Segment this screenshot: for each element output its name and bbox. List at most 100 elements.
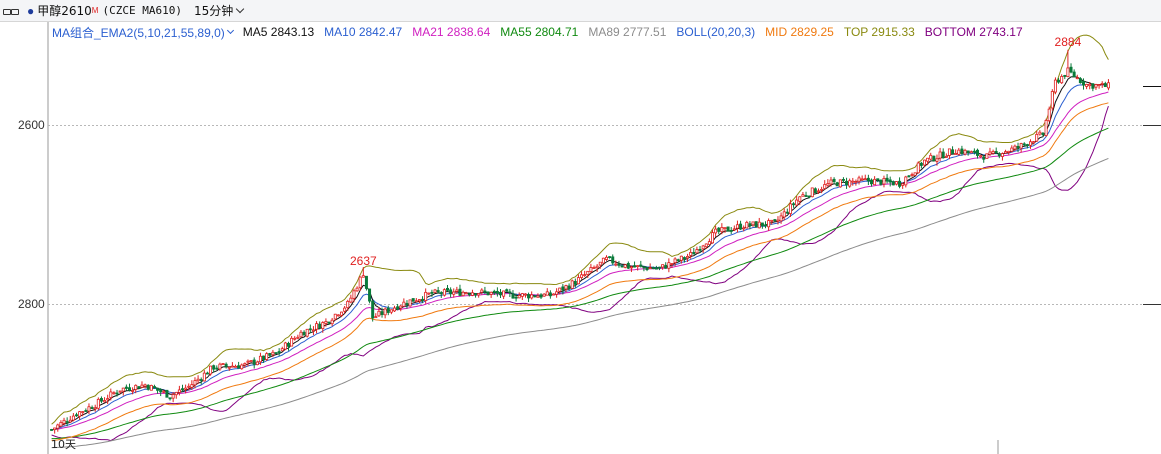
candle-up xyxy=(720,227,724,233)
candle-down xyxy=(658,266,661,269)
candle-up xyxy=(851,180,855,183)
candle-up xyxy=(614,263,618,266)
candle-up xyxy=(894,181,898,185)
candle-down xyxy=(997,153,1001,157)
candle-down xyxy=(941,151,945,159)
candle-up xyxy=(963,149,967,155)
candle-down xyxy=(642,266,646,269)
candle-down xyxy=(1069,66,1073,73)
candle-up xyxy=(193,380,197,386)
candle-up xyxy=(576,277,580,285)
candle-up xyxy=(935,158,939,162)
candle-down xyxy=(1025,144,1029,146)
candle-up xyxy=(745,221,749,229)
candle-up xyxy=(143,384,147,387)
candle-up xyxy=(545,291,549,296)
candle-down xyxy=(785,211,789,214)
candle-down xyxy=(439,292,443,295)
candle-up xyxy=(673,258,677,264)
candle-up xyxy=(648,267,652,270)
candle-down xyxy=(841,179,845,181)
candle-down xyxy=(994,151,998,153)
candle-up xyxy=(788,203,792,214)
candle-down xyxy=(748,223,752,226)
candle-up xyxy=(929,154,933,160)
candle-down xyxy=(845,180,849,186)
candle-down xyxy=(495,290,499,294)
candle-down xyxy=(446,287,449,291)
x-axis-label: 10天 xyxy=(51,438,76,451)
candle-down xyxy=(421,298,425,301)
candle-up xyxy=(667,262,671,269)
candle-up xyxy=(723,227,727,230)
candle-up xyxy=(293,337,297,340)
candle-up xyxy=(258,355,262,363)
candle-up xyxy=(863,178,867,181)
candle-up xyxy=(823,184,827,189)
candle-down xyxy=(237,365,241,369)
candle-down xyxy=(212,365,216,370)
candle-up xyxy=(393,307,396,312)
candle-down xyxy=(866,177,870,182)
candle-up xyxy=(969,151,973,154)
candle-up xyxy=(118,390,122,393)
candle-down xyxy=(567,285,571,289)
candle-up xyxy=(464,292,468,295)
candle-down xyxy=(626,263,630,269)
candle-down xyxy=(726,226,730,232)
candle-up xyxy=(695,249,699,254)
candle-up xyxy=(1050,91,1054,109)
candle-up xyxy=(854,181,858,183)
candle-down xyxy=(318,323,322,329)
candle-up xyxy=(916,162,920,174)
candle-up xyxy=(349,297,353,303)
candle-down xyxy=(364,275,368,289)
candle-up xyxy=(399,305,403,309)
candle-down xyxy=(792,203,796,206)
price-chart[interactable]: 2637 2884 2800 2600 xyxy=(0,22,1161,454)
candle-up xyxy=(757,221,761,229)
candle-up xyxy=(56,424,60,429)
candle-down xyxy=(664,264,668,269)
candle-up xyxy=(81,411,85,413)
candle-down xyxy=(813,188,817,194)
period-label: 15分钟 xyxy=(193,4,234,18)
candle-down xyxy=(386,307,390,313)
candle-up xyxy=(530,294,534,299)
candle-up xyxy=(408,299,412,307)
candle-down xyxy=(287,342,290,347)
candle-down xyxy=(199,379,203,381)
period-selector[interactable]: 15分钟 xyxy=(193,2,245,19)
candle-up xyxy=(62,419,66,424)
candle-down xyxy=(411,298,415,302)
candle-up xyxy=(558,287,562,292)
candle-up xyxy=(589,267,593,273)
candle-up xyxy=(171,394,175,399)
candle-up xyxy=(601,257,605,264)
candle-up xyxy=(732,228,736,231)
candle-down xyxy=(302,331,306,336)
candle-down xyxy=(608,256,612,259)
candle-down xyxy=(1103,83,1107,88)
candle-up xyxy=(218,363,222,370)
candle-up xyxy=(240,364,244,370)
link-icon[interactable] xyxy=(3,6,19,16)
candle-down xyxy=(449,289,453,295)
candle-up xyxy=(109,391,113,398)
candle-up xyxy=(742,227,746,230)
candle-up xyxy=(340,311,343,316)
candle-up xyxy=(324,321,328,324)
candle-down xyxy=(1063,75,1067,77)
candle-up xyxy=(355,287,359,292)
candle-up xyxy=(711,232,714,244)
candle-up xyxy=(230,365,234,368)
candle-down xyxy=(467,293,471,296)
candle-up xyxy=(1010,147,1014,152)
candle-up xyxy=(586,270,590,275)
candle-up xyxy=(377,310,381,317)
candle-down xyxy=(124,386,128,389)
symbol-name[interactable]: 甲醇2610 xyxy=(37,2,92,19)
candle-down xyxy=(972,150,976,153)
candle-down xyxy=(514,296,518,299)
candle-down xyxy=(951,149,955,154)
